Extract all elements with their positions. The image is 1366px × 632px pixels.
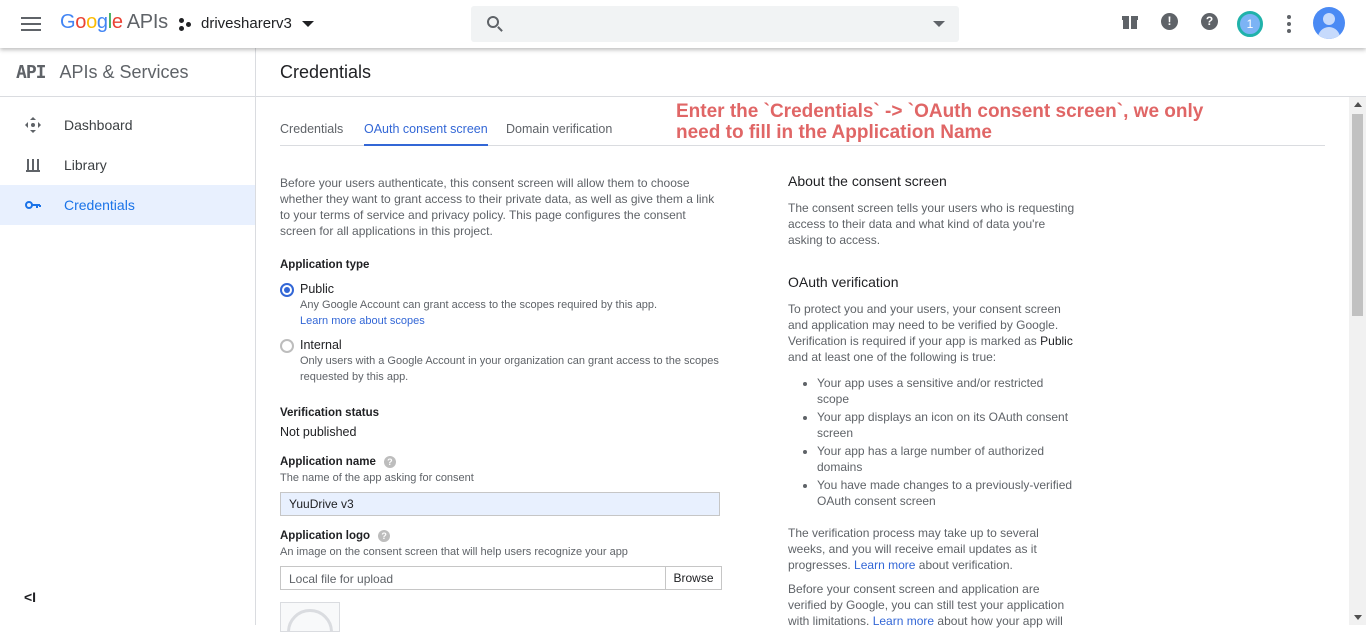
sidebar: API APIs & Services Dashboard Library Cr… xyxy=(0,48,256,625)
sidebar-item-library[interactable]: Library xyxy=(0,145,255,185)
file-upload-row: Local file for upload Browse xyxy=(280,566,722,590)
logo-letter: g xyxy=(96,11,108,33)
page-header: Credentials xyxy=(256,48,1366,97)
google-apis-logo[interactable]: Google APIs xyxy=(60,11,168,34)
list-item: Your app displays an icon on its OAuth c… xyxy=(817,409,1078,441)
tab-oauth-consent-screen[interactable]: OAuth consent screen xyxy=(364,122,488,146)
application-name-input[interactable] xyxy=(280,492,720,516)
scrollbar-thumb[interactable] xyxy=(1352,114,1363,316)
consent-form: Before your users authenticate, this con… xyxy=(280,175,722,632)
intro-text: Before your users authenticate, this con… xyxy=(280,176,715,238)
sidebar-item-dashboard[interactable]: Dashboard xyxy=(0,105,255,145)
application-type-label: Application type xyxy=(280,259,370,271)
sidebar-header: API APIs & Services xyxy=(0,48,255,97)
oauth-verification-title: OAuth verification xyxy=(788,274,899,290)
sidebar-item-label: Dashboard xyxy=(64,117,133,133)
list-item: You have made changes to a previously-ve… xyxy=(817,477,1078,509)
application-name-label-row: Application name ? xyxy=(280,454,722,470)
learn-more-verification-link[interactable]: Learn more xyxy=(854,558,915,572)
feedback-icon[interactable]: ! xyxy=(1161,13,1179,31)
page-title: Credentials xyxy=(280,61,372,82)
radio-internal-desc: Only users with a Google Account in your… xyxy=(300,355,719,383)
verification-status-value: Not published xyxy=(280,425,357,439)
learn-more-scopes-link[interactable]: Learn more about scopes xyxy=(300,313,657,329)
sidebar-item-label: Library xyxy=(64,157,107,173)
logo-preview xyxy=(280,602,340,632)
verification-criteria-list: Your app uses a sensitive and/or restric… xyxy=(817,375,1078,509)
scroll-down-icon[interactable] xyxy=(1354,615,1362,620)
radio-public-desc: Any Google Account can grant access to t… xyxy=(300,299,658,311)
application-name-label: Application name xyxy=(280,456,376,468)
account-avatar[interactable] xyxy=(1313,7,1345,39)
api-logo-icon: API xyxy=(16,61,46,83)
search-bar[interactable] xyxy=(471,6,959,42)
key-icon xyxy=(24,196,42,214)
application-name-desc: The name of the app asking for consent xyxy=(280,472,474,484)
chevron-down-icon xyxy=(301,20,314,27)
about-consent-title: About the consent screen xyxy=(788,173,947,189)
logo-letter: G xyxy=(60,11,76,33)
logo-letter: e xyxy=(111,11,123,33)
info-panel: About the consent screen The consent scr… xyxy=(788,173,1078,629)
logo-letter: o xyxy=(75,11,87,33)
verification-process-text: The verification process may take up to … xyxy=(788,525,1078,573)
about-consent-text: The consent screen tells your users who … xyxy=(788,201,1075,247)
more-vert-icon[interactable] xyxy=(1287,15,1291,33)
logo-letter: o xyxy=(86,11,97,33)
gift-icon[interactable] xyxy=(1121,13,1139,31)
browse-button[interactable]: Browse xyxy=(666,566,722,590)
radio-public-title: Public xyxy=(300,282,335,296)
no-image-icon xyxy=(287,609,333,631)
help-icon[interactable]: ? xyxy=(378,530,391,542)
project-name: drivesharerv3 xyxy=(201,15,292,32)
menu-icon[interactable] xyxy=(20,14,42,34)
project-selector[interactable]: drivesharerv3 xyxy=(179,15,314,32)
radio-internal-title: Internal xyxy=(300,338,342,352)
top-app-bar: Google APIs drivesharerv3 ! ? 1 xyxy=(0,0,1366,48)
logo-apis-text: APIs xyxy=(126,11,168,33)
library-icon xyxy=(24,156,42,174)
oauth-public-emphasis: Public xyxy=(1040,334,1073,348)
oauth-text-part: and at least one of the following is tru… xyxy=(788,350,997,364)
tab-credentials[interactable]: Credentials xyxy=(280,122,343,144)
radio-internal-option[interactable]: Internal Only users with a Google Accoun… xyxy=(280,337,722,385)
radio-public-option[interactable]: Public Any Google Account can grant acce… xyxy=(280,281,722,329)
radio-public[interactable] xyxy=(280,283,294,297)
scrollbar[interactable] xyxy=(1349,97,1366,625)
list-item: Your app has a large number of authorize… xyxy=(817,443,1078,475)
project-icon xyxy=(179,17,193,31)
learn-more-testing-link[interactable]: Learn more xyxy=(873,614,934,628)
oauth-text-part: To protect you and your users, your cons… xyxy=(788,302,1061,348)
application-logo-desc: An image on the consent screen that will… xyxy=(280,546,628,558)
sidebar-title: APIs & Services xyxy=(59,61,189,82)
process-text-part: about verification. xyxy=(918,558,1013,572)
help-icon[interactable]: ? xyxy=(1201,13,1219,31)
application-logo-label-row: Application logo ? xyxy=(280,528,722,544)
notifications-badge[interactable]: 1 xyxy=(1237,11,1263,37)
dashboard-icon xyxy=(24,116,42,134)
main-content: Credentials Credentials OAuth consent sc… xyxy=(256,48,1366,632)
search-dropdown-icon[interactable] xyxy=(933,21,945,27)
annotation-text: Enter the `Credentials` -> `OAuth consen… xyxy=(676,101,1204,143)
testing-limitations-text: Before your consent screen and applicati… xyxy=(788,581,1078,629)
radio-internal[interactable] xyxy=(280,339,294,353)
oauth-verification-text: To protect you and your users, your cons… xyxy=(788,301,1078,365)
scroll-up-icon[interactable] xyxy=(1354,102,1362,107)
list-item: Your app uses a sensitive and/or restric… xyxy=(817,375,1078,407)
help-icon[interactable]: ? xyxy=(383,456,396,468)
before-text-part: about how your app will xyxy=(937,614,1063,628)
collapse-sidebar-icon[interactable]: <I xyxy=(24,589,36,605)
file-upload-input[interactable]: Local file for upload xyxy=(280,566,666,590)
application-logo-label: Application logo xyxy=(280,530,371,542)
sidebar-item-label: Credentials xyxy=(64,197,135,213)
search-icon xyxy=(487,16,499,28)
verification-status-label: Verification status xyxy=(280,407,380,419)
tab-domain-verification[interactable]: Domain verification xyxy=(506,122,612,144)
sidebar-item-credentials[interactable]: Credentials xyxy=(0,185,255,225)
